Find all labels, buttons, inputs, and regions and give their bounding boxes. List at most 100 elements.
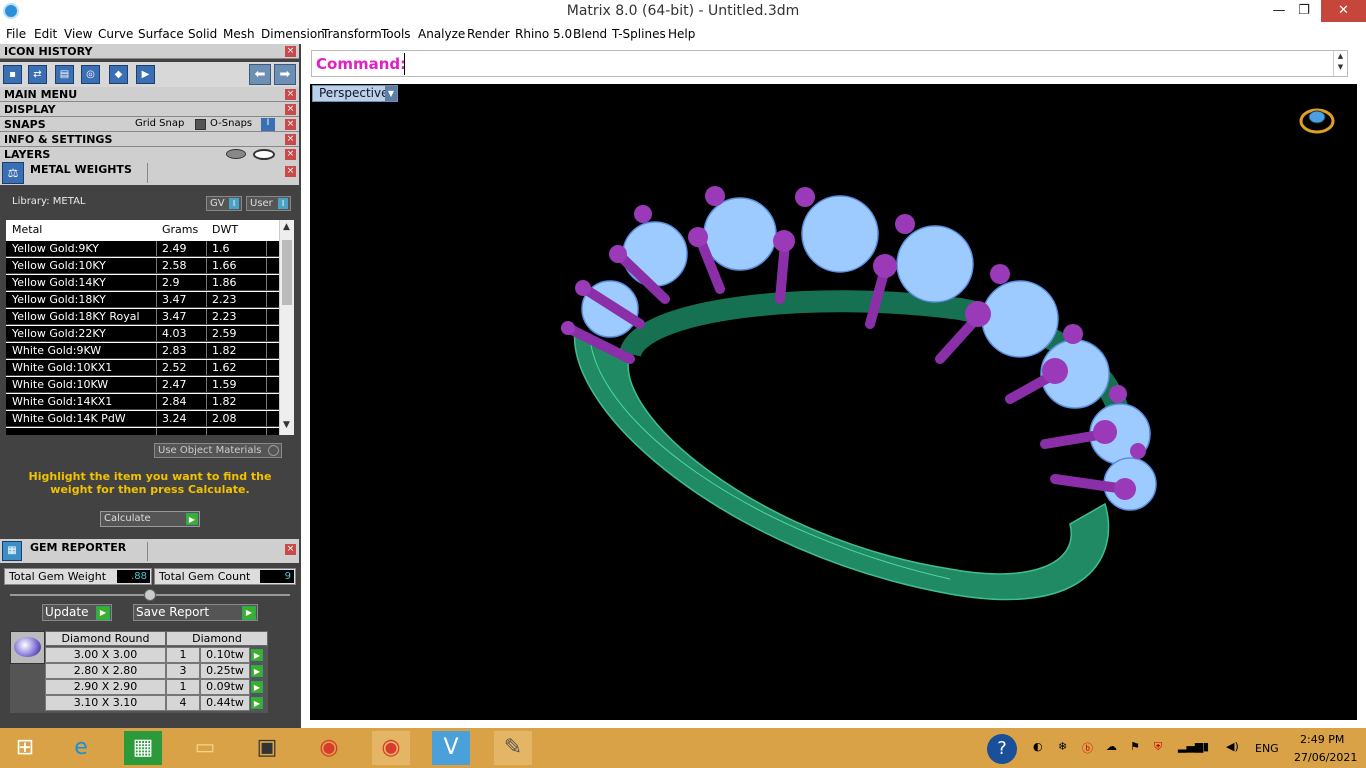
close-icon[interactable]: × [285,89,296,100]
column-metal[interactable]: Metal [6,220,156,240]
play-icon[interactable]: ▶ [186,513,198,525]
menu-edit[interactable]: Edit [34,27,57,41]
table-row[interactable]: White Gold:9KW 2.83 1.82 [6,343,279,359]
menu-dimension[interactable]: Dimension [261,27,325,41]
menu-curve[interactable]: Curve [98,27,133,41]
save-report-button[interactable]: Save Report ▶ [133,604,258,621]
minimize-button[interactable]: — [1263,0,1295,22]
battery-icon[interactable]: ▮ [1203,740,1209,753]
select-gem-button[interactable]: ▶ [251,649,263,661]
close-button[interactable]: ✕ [1321,0,1366,22]
gem-icon[interactable]: ◆ [109,65,128,84]
user-button[interactable]: User I [246,196,291,211]
eye-icon[interactable] [253,149,275,160]
document-icon[interactable]: ▤ [55,65,74,84]
clock-date[interactable]: 27/06/2021 [1294,751,1357,764]
table-row[interactable]: White Gold:10KW 2.47 1.59 [6,377,279,393]
grid-snap-label[interactable]: Grid Snap [135,118,184,129]
table-row[interactable]: Yellow Gold:18KY Royal 3.47 2.23 [6,309,279,325]
menu-blend[interactable]: Blend [573,27,607,41]
menu-surface[interactable]: Surface [138,27,184,41]
update-button[interactable]: Update ▶ [42,604,112,621]
back-arrow-icon[interactable]: ⬅ [249,64,271,85]
flag-icon[interactable]: ⚑ [1130,740,1140,753]
table-row[interactable]: Yellow Gold:14KY 2.9 1.86 [6,275,279,291]
menu-tools[interactable]: Tools [381,27,411,41]
layer-toggle-icon[interactable] [226,149,246,159]
osnaps-label[interactable]: O-Snaps [210,118,252,129]
radio-icon[interactable] [268,445,279,456]
table-row[interactable]: White Gold:10KX1 2.52 1.62 [6,360,279,376]
close-icon[interactable]: × [285,149,296,160]
volume-icon[interactable]: ◀) [1226,740,1239,753]
use-object-materials-option[interactable]: Use Object Materials [154,443,282,458]
tray-icon[interactable]: ◐ [1033,740,1043,753]
metal-weights-table[interactable]: Metal Grams DWT Yellow Gold:9KY 2.49 1.6 Y… [6,220,294,435]
close-icon[interactable]: × [285,544,296,555]
scroll-down-icon[interactable]: ▼ [283,420,290,430]
menu-solid[interactable]: Solid [188,27,217,41]
matrix-app-icon[interactable]: ▣ [248,731,286,765]
select-gem-button[interactable]: ▶ [251,697,263,709]
select-gem-button[interactable]: ▶ [251,681,263,693]
menu-render[interactable]: Render [467,27,510,41]
paint-icon[interactable]: ✎ [494,731,532,765]
menu-rhino[interactable]: Rhino 5.0 [515,27,572,41]
play-icon[interactable]: ▶ [136,65,155,84]
menu-help[interactable]: Help [668,27,695,41]
close-icon[interactable]: × [285,119,296,130]
menu-file[interactable]: File [6,27,26,41]
splitter-handle[interactable] [144,589,156,601]
close-icon[interactable]: × [285,46,296,57]
signal-icon[interactable]: ▂▄▆ [1178,740,1203,753]
shield-icon[interactable]: ⛨ [1154,740,1162,754]
calculate-button[interactable]: Calculate ▶ [100,511,200,527]
tray-icon[interactable]: ❄ [1058,740,1067,753]
osnaps-toggle[interactable]: I [261,118,275,131]
display-header[interactable]: DISPLAY × [0,102,299,117]
perspective-viewport[interactable]: Perspective ▼ [310,84,1357,720]
play-icon[interactable]: ▶ [96,606,110,620]
select-gem-button[interactable]: ▶ [251,665,263,677]
file-explorer-icon[interactable]: ▭ [186,731,224,765]
scroll-thumb[interactable] [282,240,292,305]
forward-arrow-icon[interactable]: ➡ [274,64,296,85]
table-row[interactable]: Yellow Gold:22KY 4.03 2.59 [6,326,279,342]
table-row[interactable]: White Gold:14KX1 2.84 1.82 [6,394,279,410]
gv-button[interactable]: GV I [206,196,242,211]
help-icon[interactable]: ? [987,734,1017,764]
store-icon[interactable]: ▦ [124,731,162,765]
main-menu-header[interactable]: MAIN MENU × [0,87,299,102]
column-dwt[interactable]: DWT [206,220,266,240]
language-indicator[interactable]: ENG [1255,742,1279,755]
snaps-header[interactable]: SNAPS Grid Snap O-Snaps I × [0,117,299,132]
clock-time[interactable]: 2:49 PM [1300,733,1344,746]
maximize-button[interactable]: ❐ [1292,0,1316,22]
close-icon[interactable]: × [285,104,296,115]
close-icon[interactable]: × [285,166,296,177]
table-row[interactable]: Yellow Gold:10KY 2.58 1.66 [6,258,279,274]
icon-history-header[interactable]: ICON HISTORY × [0,44,299,59]
menu-view[interactable]: View [64,27,92,41]
windows-start-icon[interactable]: ⊞ [6,731,44,765]
command-scroll[interactable]: ▲ ▼ [1333,51,1347,76]
chrome-icon[interactable]: ◉ [310,731,348,765]
menu-mesh[interactable]: Mesh [223,27,255,41]
internet-explorer-icon[interactable]: e [62,731,100,765]
menu-tsplines[interactable]: T-Splines [612,27,666,41]
beats-icon[interactable]: ⓑ [1082,740,1093,756]
command-input[interactable] [404,53,1334,75]
vs-icon[interactable]: V [432,731,470,765]
column-grams[interactable]: Grams [156,220,206,240]
close-icon[interactable]: × [285,134,296,145]
save-icon[interactable]: ▪ [3,65,22,84]
chrome-icon[interactable]: ◉ [372,731,410,765]
menu-analyze[interactable]: Analyze [418,27,465,41]
table-row[interactable]: Yellow Gold:9KY 2.49 1.6 [6,241,279,257]
cloud-icon[interactable]: ☁ [1106,740,1117,753]
play-icon[interactable]: ▶ [242,606,256,620]
transform-icon[interactable]: ⇄ [28,65,47,84]
table-row[interactable]: White Gold:14K PdW 3.24 2.08 [6,411,279,427]
ring-gizmo-icon[interactable] [1299,108,1335,134]
table-row[interactable]: Yellow Gold:18KY 3.47 2.23 [6,292,279,308]
